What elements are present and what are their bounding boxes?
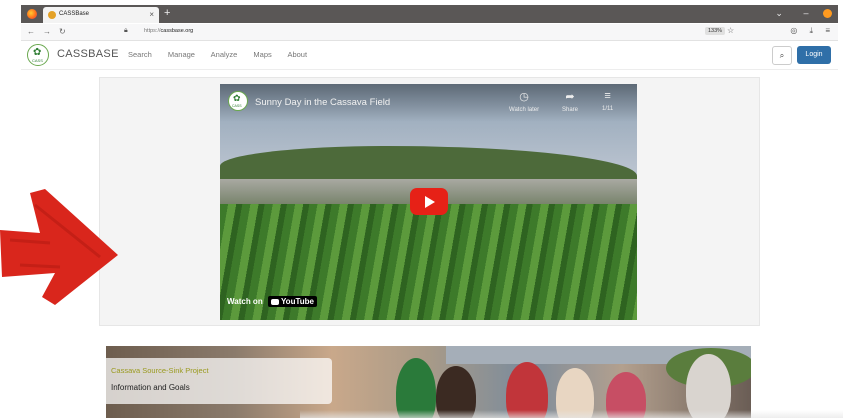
nav-about[interactable]: About [287, 50, 307, 59]
share-button[interactable]: ➦ Share [562, 90, 578, 113]
lock-icon: 🔒︎ [124, 27, 128, 34]
forward-icon[interactable]: → [43, 27, 51, 36]
download-icon[interactable]: ⤓ [810, 26, 814, 35]
playlist-icon: ≡ [604, 90, 611, 102]
clock-icon: ◷ [519, 91, 529, 103]
share-icon: ➦ [565, 91, 575, 103]
new-tab-button[interactable]: + [164, 7, 170, 19]
youtube-label: YouTube [280, 297, 314, 306]
url-host: cassbase.org [160, 28, 194, 34]
search-button[interactable]: ⌕ [772, 46, 792, 65]
video-embed[interactable]: ✿ CASS Sunny Day in the Cassava Field ◷ … [220, 84, 637, 320]
extension-icon[interactable] [823, 9, 832, 19]
menu-icon[interactable]: ≡ [825, 26, 830, 35]
nav-analyze[interactable]: Analyze [211, 50, 238, 59]
site-header: ✿ CASS CASSBASE Search Manage Analyze Ma… [21, 41, 838, 70]
photo-person [686, 354, 731, 418]
nav-search[interactable]: Search [128, 50, 152, 59]
url-prefix: https:// [144, 28, 161, 34]
browser-tab[interactable]: CASSBase × [43, 7, 159, 23]
red-arrow-annotation [0, 189, 118, 305]
login-button[interactable]: Login [797, 46, 831, 64]
video-title[interactable]: Sunny Day in the Cassava Field [255, 97, 390, 108]
logo-text: CASS [32, 58, 43, 63]
play-icon [425, 196, 435, 208]
site-nav: Search Manage Analyze Maps About [128, 50, 321, 59]
bookmark-star-icon[interactable]: ☆ [727, 26, 734, 35]
photo-person [396, 358, 436, 418]
play-button[interactable] [410, 188, 448, 215]
firefox-icon [27, 9, 37, 19]
bottom-fade [300, 410, 843, 418]
share-label: Share [562, 107, 579, 113]
favicon-icon [48, 11, 56, 19]
window-controls: ⌄ – [757, 8, 832, 19]
reload-icon[interactable]: ↻ [59, 27, 66, 36]
zoom-badge[interactable]: 133% [705, 27, 726, 35]
youtube-icon [270, 298, 279, 305]
playlist-count: 1/11 [602, 106, 614, 112]
browser-navbar: ← → ↻ 🔒︎ https://cassbase.org 133% ☆ ◎ ⤓… [21, 24, 838, 41]
tab-list-icon[interactable]: ⌄ [775, 8, 783, 18]
video-channel-logo[interactable]: ✿ CASS [228, 91, 248, 111]
project-overlay: Cassava Source-Sink Project Information … [106, 358, 332, 404]
leaf-icon: ✿ [33, 47, 42, 58]
site-name[interactable]: CASSBASE [57, 48, 119, 60]
watch-later-button[interactable]: ◷ Watch later [509, 90, 539, 113]
watch-later-label: Watch later [509, 107, 540, 113]
browser-titlebar: CASSBase × + ⌄ – [21, 5, 838, 23]
cassbase-logo[interactable]: ✿ CASS [27, 44, 49, 66]
youtube-logo: YouTube [267, 296, 317, 307]
playlist-button[interactable]: ≡ 1/11 [602, 90, 613, 112]
video-logo-text: CASS [232, 104, 242, 108]
project-title[interactable]: Cassava Source-Sink Project [111, 366, 209, 375]
address-bar[interactable]: https://cassbase.org [144, 28, 193, 34]
watch-on-youtube[interactable]: Watch on YouTube [227, 296, 317, 307]
toolbar-right: ◎ ⤓ ≡ [780, 26, 830, 36]
nav-maps[interactable]: Maps [253, 50, 271, 59]
search-icon: ⌕ [779, 51, 785, 60]
minimize-icon[interactable]: – [803, 8, 808, 18]
pocket-icon[interactable]: ◎ [790, 26, 797, 35]
tab-title: CASSBase [59, 11, 90, 17]
leaf-icon: ✿ [233, 93, 241, 103]
back-icon[interactable]: ← [27, 27, 35, 36]
tab-close-icon[interactable]: × [149, 10, 154, 19]
nav-manage[interactable]: Manage [168, 50, 195, 59]
watch-on-label: Watch on [227, 297, 263, 306]
project-subtitle: Information and Goals [111, 383, 190, 392]
